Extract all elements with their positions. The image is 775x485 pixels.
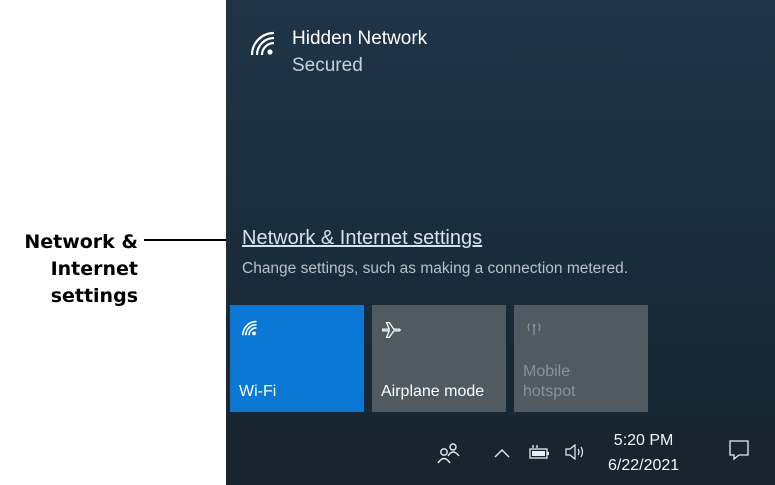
chevron-up-icon[interactable]: [494, 448, 510, 458]
hotspot-label-line-1: Mobile: [523, 363, 571, 380]
clock-time: 5:20 PM: [613, 432, 674, 449]
network-flyout: Hidden Network Secured Network & Interne…: [226, 0, 775, 485]
mobile-hotspot-tile[interactable]: Mobile hotspot: [514, 305, 648, 412]
network-internet-settings-link[interactable]: Network & Internet settings: [242, 227, 482, 250]
taskbar-clock[interactable]: 5:20 PM 6/22/2021: [608, 428, 679, 478]
people-icon[interactable]: [436, 442, 462, 464]
wifi-tile-label: Wi-Fi: [239, 383, 277, 400]
callout-line-1: Network &: [24, 231, 138, 253]
volume-icon[interactable]: [564, 443, 588, 461]
airplane-icon: [382, 322, 401, 338]
network-name: Hidden Network: [292, 28, 428, 49]
wifi-icon: [241, 320, 257, 336]
settings-description: Change settings, such as making a connec…: [242, 260, 629, 277]
hotspot-icon: [527, 323, 541, 336]
wifi-tile[interactable]: Wi-Fi: [230, 305, 364, 412]
airplane-mode-tile[interactable]: Airplane mode: [372, 305, 506, 412]
wifi-icon: [250, 31, 275, 56]
callout-line-2: Internet: [50, 258, 138, 280]
callout-line-3: settings: [50, 285, 138, 307]
clock-date: 6/22/2021: [608, 457, 680, 474]
battery-icon[interactable]: [528, 444, 550, 460]
network-entry[interactable]: Hidden Network Secured: [246, 26, 427, 81]
airplane-tile-label: Airplane mode: [381, 383, 485, 400]
hotspot-label-line-2: hotspot: [523, 383, 576, 400]
hotspot-tile-label: Mobile hotspot: [523, 362, 575, 402]
network-status: Secured: [292, 55, 363, 76]
taskbar: 5:20 PM 6/22/2021: [226, 420, 775, 485]
notification-icon[interactable]: [728, 439, 750, 461]
callout-label: Network & Internet settings: [0, 229, 138, 310]
